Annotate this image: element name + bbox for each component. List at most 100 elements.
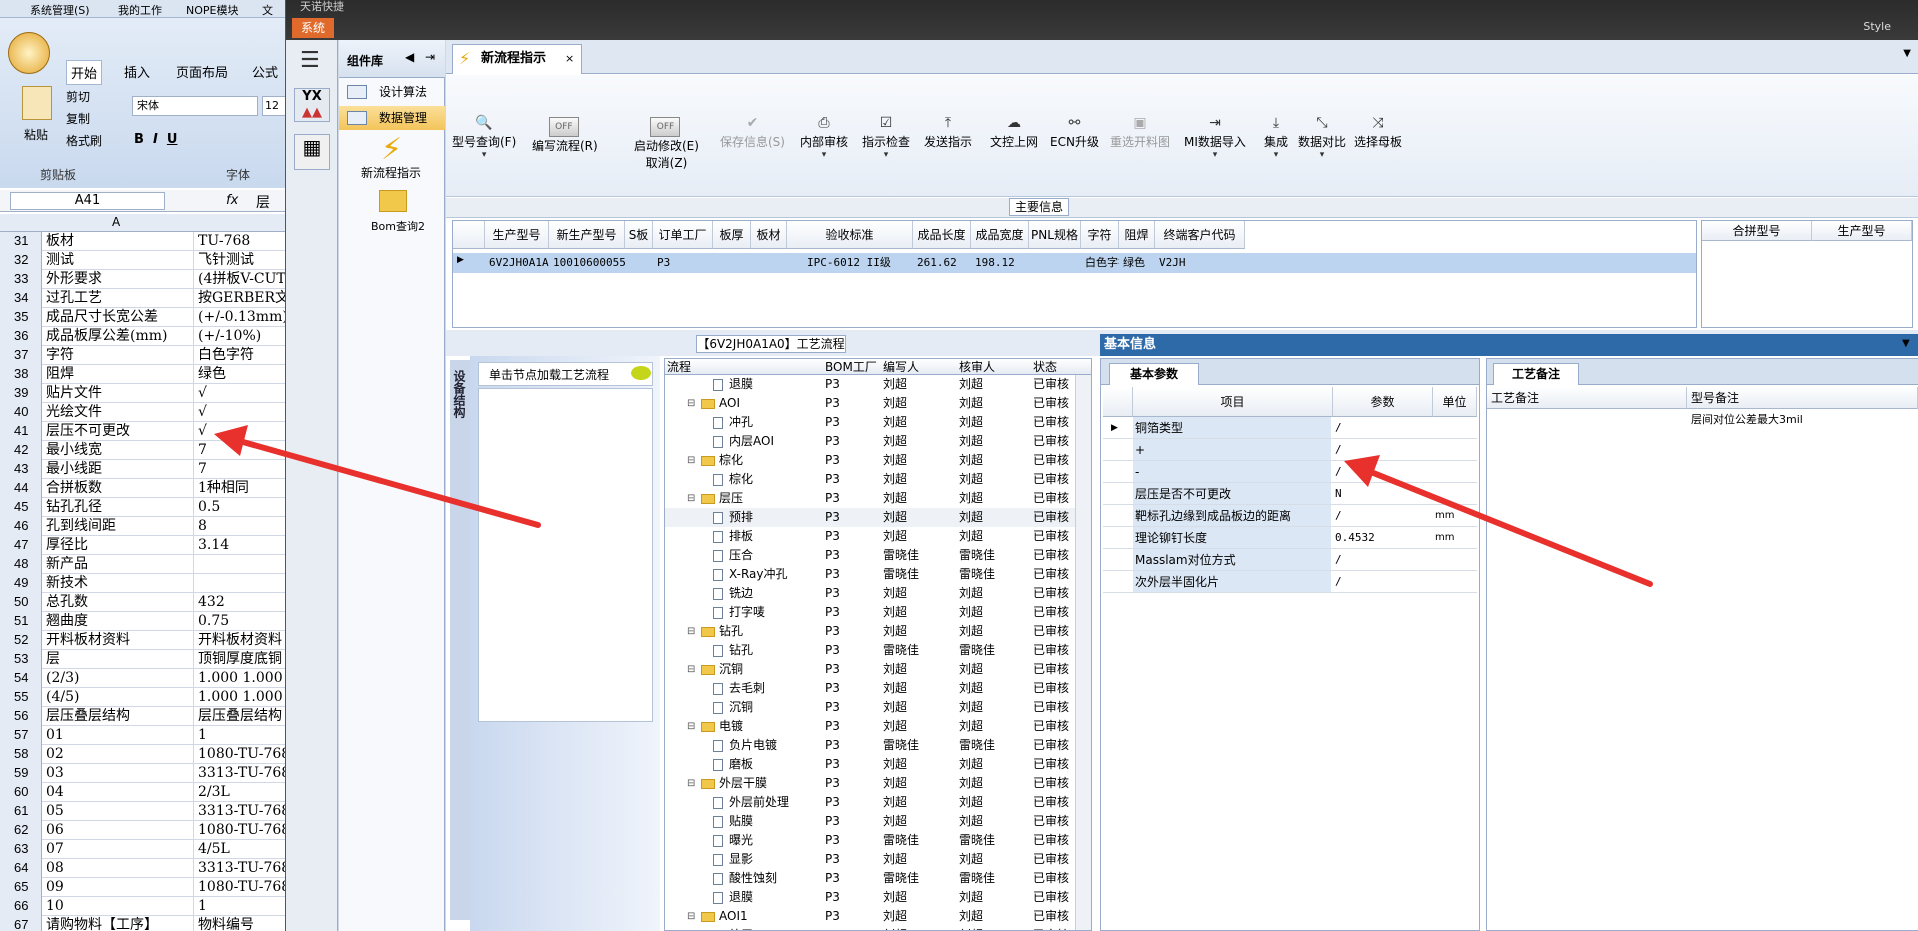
- copy-button[interactable]: 复制: [66, 110, 90, 127]
- cell-b[interactable]: 1.000 1.000: [196, 688, 290, 707]
- menu-my-work[interactable]: 我的工作: [118, 2, 162, 18]
- row-number[interactable]: 48: [0, 555, 42, 574]
- tree-row[interactable]: 酸性蚀刻 P3 雷晓佳 雷晓佳 已审核: [665, 869, 1075, 888]
- data-compare-button[interactable]: ⤡ 数据对比 ▾: [1298, 115, 1346, 160]
- row-number[interactable]: 40: [0, 403, 42, 422]
- param-value[interactable]: /: [1333, 549, 1431, 570]
- italic-button[interactable]: I: [153, 132, 158, 147]
- underline-button[interactable]: U: [167, 132, 178, 147]
- cell-b[interactable]: 绿色: [196, 365, 290, 384]
- lightning-icon[interactable]: ⚡: [381, 132, 402, 167]
- shortcut-bom-query[interactable]: Bom查询2: [371, 218, 425, 234]
- formula-input[interactable]: 层: [256, 192, 270, 212]
- row-number[interactable]: 45: [0, 498, 42, 517]
- tree-row[interactable]: 曝光 P3 雷晓佳 雷晓佳 已审核: [665, 831, 1075, 850]
- write-flow-toggle[interactable]: OFF 编写流程(R): [532, 117, 598, 154]
- ecn-upgrade-button[interactable]: ⚯ ECN升级: [1050, 115, 1099, 150]
- cell-a[interactable]: 02: [44, 745, 194, 764]
- param-row[interactable]: 次外层半固化片 /: [1103, 571, 1477, 593]
- row-number[interactable]: 49: [0, 574, 42, 593]
- collapse-icon[interactable]: ⊟: [687, 717, 695, 736]
- tree-row[interactable]: 负片电镀 P3 雷晓佳 雷晓佳 已审核: [665, 736, 1075, 755]
- param-row[interactable]: - /: [1103, 461, 1477, 483]
- cell-a[interactable]: 外形要求: [44, 270, 194, 289]
- format-painter-button[interactable]: 格式刷: [66, 132, 102, 149]
- tree-row[interactable]: ⊟ AOI1 P3 刘超 刘超 已审核: [665, 907, 1075, 926]
- row-number[interactable]: 33: [0, 270, 42, 289]
- param-row[interactable]: 层压是否不可更改 N: [1103, 483, 1477, 505]
- cell-a[interactable]: 翘曲度: [44, 612, 194, 631]
- param-row[interactable]: ▶ 铜箔类型 /: [1103, 417, 1477, 439]
- main-cell[interactable]: 10010600055967: [549, 253, 625, 273]
- tab-equipment-structure[interactable]: 设备结构: [450, 370, 468, 418]
- tree-row[interactable]: 压合 P3 雷晓佳 雷晓佳 已审核: [665, 546, 1075, 565]
- column-a-header[interactable]: A: [112, 215, 120, 229]
- flow-node-list[interactable]: [478, 388, 653, 722]
- row-number[interactable]: 46: [0, 517, 42, 536]
- cell-a[interactable]: 03: [44, 764, 194, 783]
- param-value[interactable]: 0.4532: [1333, 527, 1431, 548]
- cell-a[interactable]: 10: [44, 897, 194, 916]
- menu-more[interactable]: 文: [262, 2, 273, 18]
- bold-button[interactable]: B: [134, 132, 144, 147]
- check-instruction-button[interactable]: ☑ 指示检查 ▾: [862, 115, 910, 160]
- cell-a[interactable]: 层: [44, 650, 194, 669]
- param-row[interactable]: Masslam对位方式 /: [1103, 549, 1477, 571]
- cell-b[interactable]: 4/5L: [196, 840, 290, 859]
- param-row[interactable]: + /: [1103, 439, 1477, 461]
- main-cell[interactable]: [751, 253, 787, 273]
- main-col-header[interactable]: PNL规格: [1029, 221, 1081, 249]
- collapse-icon[interactable]: ⊟: [687, 489, 695, 508]
- cell-a[interactable]: 04: [44, 783, 194, 802]
- cell-a[interactable]: 阻焊: [44, 365, 194, 384]
- cell-a[interactable]: 贴片文件: [44, 384, 194, 403]
- main-cell[interactable]: [625, 253, 653, 273]
- main-cell[interactable]: P3: [653, 253, 713, 273]
- main-col-header[interactable]: 板材: [751, 221, 787, 249]
- tree-row[interactable]: 预排 P3 刘超 刘超 已审核: [665, 508, 1075, 527]
- cell-b[interactable]: [196, 574, 290, 593]
- row-number[interactable]: 31: [0, 232, 42, 251]
- cell-b[interactable]: 3.14: [196, 536, 290, 555]
- col-item[interactable]: 项目: [1133, 387, 1333, 417]
- folder-icon[interactable]: [379, 190, 407, 212]
- pin-icon[interactable]: ⇥: [425, 50, 435, 64]
- tab-home[interactable]: 开始: [66, 60, 103, 85]
- cell-a[interactable]: 请购物料【工序】: [44, 916, 194, 931]
- merge-model-column[interactable]: 合拼型号: [1702, 221, 1812, 241]
- row-number[interactable]: 42: [0, 441, 42, 460]
- cell-b[interactable]: 8: [196, 517, 290, 536]
- row-number[interactable]: 58: [0, 745, 42, 764]
- row-number[interactable]: 35: [0, 308, 42, 327]
- row-number[interactable]: 54: [0, 669, 42, 688]
- start-modify-toggle[interactable]: OFF 启动修改(E) 取消(Z): [634, 117, 699, 171]
- col-model-remark[interactable]: 型号备注: [1687, 387, 1918, 409]
- row-number[interactable]: 66: [0, 897, 42, 916]
- model-query-button[interactable]: 🔍 型号查询(F) ▾: [452, 115, 516, 160]
- main-col-header[interactable]: 成品宽度: [971, 221, 1029, 249]
- main-cell[interactable]: 白色字符: [1081, 253, 1119, 273]
- main-col-header[interactable]: 验收标准: [787, 221, 913, 249]
- cut-button[interactable]: 剪切: [66, 88, 90, 105]
- tree-row[interactable]: 铣边 P3 刘超 刘超 已审核: [665, 584, 1075, 603]
- tree-row[interactable]: ⊟ 电镀 P3 刘超 刘超 已审核: [665, 717, 1075, 736]
- main-cell[interactable]: 198.12: [971, 253, 1029, 273]
- main-col-header[interactable]: S板: [625, 221, 653, 249]
- row-number[interactable]: 37: [0, 346, 42, 365]
- toggle-off[interactable]: OFF: [650, 117, 681, 137]
- main-col-header[interactable]: 终端客户代码: [1155, 221, 1245, 249]
- chevron-down-icon[interactable]: ▼: [1902, 338, 1910, 349]
- row-number[interactable]: 34: [0, 289, 42, 308]
- collapse-icon[interactable]: ⊟: [687, 394, 695, 413]
- chevron-down-icon[interactable]: ▼: [1903, 48, 1911, 59]
- cell-a[interactable]: (2/3): [44, 669, 194, 688]
- col-param[interactable]: 参数: [1333, 387, 1433, 417]
- cell-b[interactable]: 3313-TU-768: [196, 764, 290, 783]
- cell-b[interactable]: 开料板材资料: [196, 631, 290, 650]
- component-data-management[interactable]: 数据管理: [339, 106, 445, 130]
- row-number[interactable]: 50: [0, 593, 42, 612]
- cell-b[interactable]: 3313-TU-768: [196, 802, 290, 821]
- cell-a[interactable]: 06: [44, 821, 194, 840]
- tab-process-remarks[interactable]: 工艺备注: [1493, 363, 1579, 385]
- tree-row[interactable]: 外层AOI1 P3 刘超 刘超 已审核: [665, 926, 1075, 930]
